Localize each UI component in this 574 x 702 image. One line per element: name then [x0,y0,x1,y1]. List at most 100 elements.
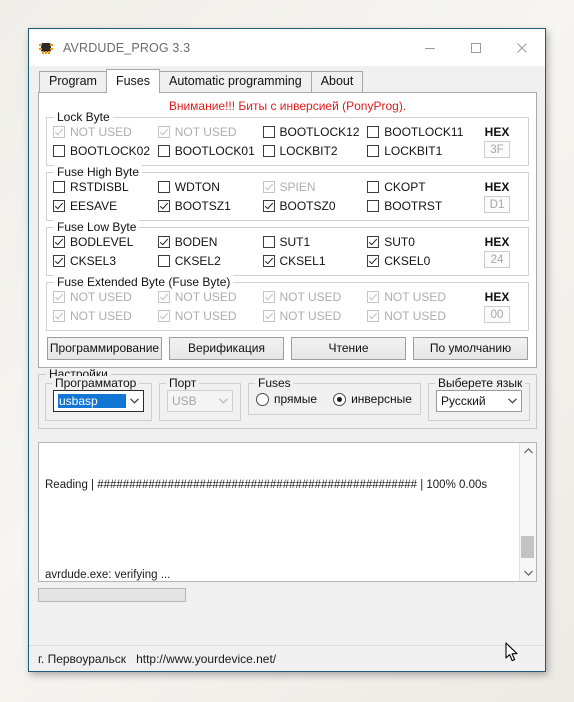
checkbox-high-5[interactable]: BOOTSZ1 [157,199,263,213]
tab-automatic-programming[interactable]: Automatic programming [158,71,312,92]
fuses-mode-group: Fuses прямые инверсные [248,376,421,415]
chevron-down-icon[interactable] [215,391,232,411]
radio-direct-fuses[interactable]: прямые [256,392,317,406]
hex-value-field[interactable]: 00 [484,305,510,323]
chevron-down-icon[interactable] [520,565,536,581]
checkbox-box-icon [53,180,65,193]
checkbox-box-icon [53,254,65,267]
checkbox-label: BOOTSZ0 [279,198,336,213]
log-line: Reading | ##############################… [45,479,488,491]
checkbox-box-icon [157,309,170,322]
checkbox-box-icon [157,235,170,248]
checkbox-label: SPIEN [279,179,316,194]
checkbox-high-1[interactable]: WDTON [157,180,263,194]
checkbox-ext-1[interactable]: NOT USED [157,290,263,304]
checkbox-lock-0[interactable]: NOT USED [53,125,158,139]
checkbox-lock-2[interactable]: BOOTLOCK12 [262,124,368,139]
program-button[interactable]: Программирование [47,337,162,360]
checkbox-label: NOT USED [279,289,342,304]
checkbox-high-7[interactable]: BOOTRST [367,199,472,213]
defaults-button[interactable]: По умолчанию [413,337,528,360]
inverted-bits-warning: Внимание!!! Биты с инверсией (PonyProg). [168,99,407,113]
checkbox-ext-7[interactable]: NOT USED [367,309,472,323]
checkbox-label: BOOTLOCK12 [279,124,360,139]
checkbox-lock-5[interactable]: BOOTLOCK01 [157,144,263,158]
checkbox-ext-3[interactable]: NOT USED [367,290,472,304]
fuse-high-byte-hex: HEX D1 [472,180,522,213]
checkbox-lock-1[interactable]: NOT USED [157,124,263,139]
checkbox-high-2[interactable]: SPIEN [262,179,368,194]
checkbox-low-1[interactable]: BODEN [157,235,263,249]
tab-strip: Program Fuses Automatic programming Abou… [29,66,545,93]
checkbox-label: NOT USED [174,124,237,139]
language-select[interactable]: Русский [436,390,522,412]
checkbox-low-5[interactable]: CKSEL2 [157,254,263,268]
checkbox-box-icon [157,290,170,303]
tab-about[interactable]: About [310,71,364,92]
checkbox-high-0[interactable]: RSTDISBL [53,180,158,194]
progress-bar [38,588,186,602]
tab-fuses[interactable]: Fuses [105,69,160,93]
checkbox-low-0[interactable]: BODLEVEL [53,235,158,249]
minimize-button[interactable] [407,29,453,66]
checkbox-label: CKSEL1 [279,253,326,268]
tab-program[interactable]: Program [39,71,107,92]
checkbox-low-6[interactable]: CKSEL1 [262,253,368,268]
log-output-panel[interactable]: Reading | ##############################… [38,442,537,582]
checkbox-box-icon [262,309,275,322]
checkbox-box-icon [367,180,380,193]
hex-label: HEX [484,234,510,249]
avrdude-prog-window: AVRDUDE_PROG 3.3 Program Fuses Automatic… [28,28,546,672]
verify-button[interactable]: Верификация [169,337,284,360]
close-button[interactable] [499,29,545,66]
checkbox-low-7[interactable]: CKSEL0 [367,254,472,268]
chevron-down-icon[interactable] [126,391,143,411]
checkbox-low-3[interactable]: SUT0 [367,235,472,249]
checkbox-label: LOCKBIT2 [279,143,338,158]
checkbox-high-4[interactable]: EESAVE [53,199,158,213]
checkbox-box-icon [53,199,65,212]
language-group: Выберете язык Русский [428,376,530,421]
hex-value-field[interactable]: 24 [484,250,510,268]
port-label: Порт [166,376,200,390]
microchip-icon [38,40,54,56]
checkbox-box-icon [157,254,170,267]
checkbox-lock-3[interactable]: BOOTLOCK11 [367,125,472,139]
hex-value-field[interactable]: D1 [484,195,510,213]
checkbox-low-2[interactable]: SUT1 [262,235,368,249]
checkbox-high-6[interactable]: BOOTSZ0 [262,198,368,213]
checkbox-label: CKOPT [384,179,426,194]
lock-byte-group: Lock Byte NOT USED NOT USED BOOTLOCK12 B… [46,110,529,166]
port-value: USB [172,394,197,408]
checkbox-lock-6[interactable]: LOCKBIT2 [262,143,368,158]
scrollbar-thumb[interactable] [521,536,534,558]
window-title-bar: AVRDUDE_PROG 3.3 [29,29,545,66]
checkbox-lock-4[interactable]: BOOTLOCK02 [53,144,158,158]
checkbox-lock-7[interactable]: LOCKBIT1 [367,144,472,158]
maximize-button[interactable] [453,29,499,66]
checkbox-ext-5[interactable]: NOT USED [157,309,263,323]
programmer-select[interactable]: usbasp [53,390,144,412]
status-url[interactable]: http://www.yourdevice.net/ [136,652,276,666]
checkbox-ext-4[interactable]: NOT USED [53,309,158,323]
checkbox-ext-6[interactable]: NOT USED [262,309,368,323]
fuse-low-byte-hex: HEX 24 [472,235,522,268]
checkbox-box-icon [367,309,380,322]
checkbox-high-3[interactable]: CKOPT [367,180,472,194]
checkbox-label: NOT USED [70,289,132,304]
hex-value-field[interactable]: 3F [484,140,510,158]
radio-inverted-fuses[interactable]: инверсные [333,392,412,406]
checkbox-low-4[interactable]: CKSEL3 [53,254,158,268]
checkbox-ext-0[interactable]: NOT USED [53,290,158,304]
chevron-up-icon[interactable] [520,443,536,459]
checkbox-box-icon [157,180,170,193]
checkbox-box-icon [53,309,65,322]
checkbox-label: NOT USED [70,124,132,139]
checkbox-label: BOOTLOCK02 [70,143,151,158]
read-button[interactable]: Чтение [291,337,406,360]
checkbox-ext-2[interactable]: NOT USED [262,289,368,304]
checkbox-box-icon [157,125,170,138]
log-scrollbar[interactable] [519,443,536,581]
chevron-down-icon[interactable] [504,391,521,411]
port-select[interactable]: USB [167,390,233,412]
